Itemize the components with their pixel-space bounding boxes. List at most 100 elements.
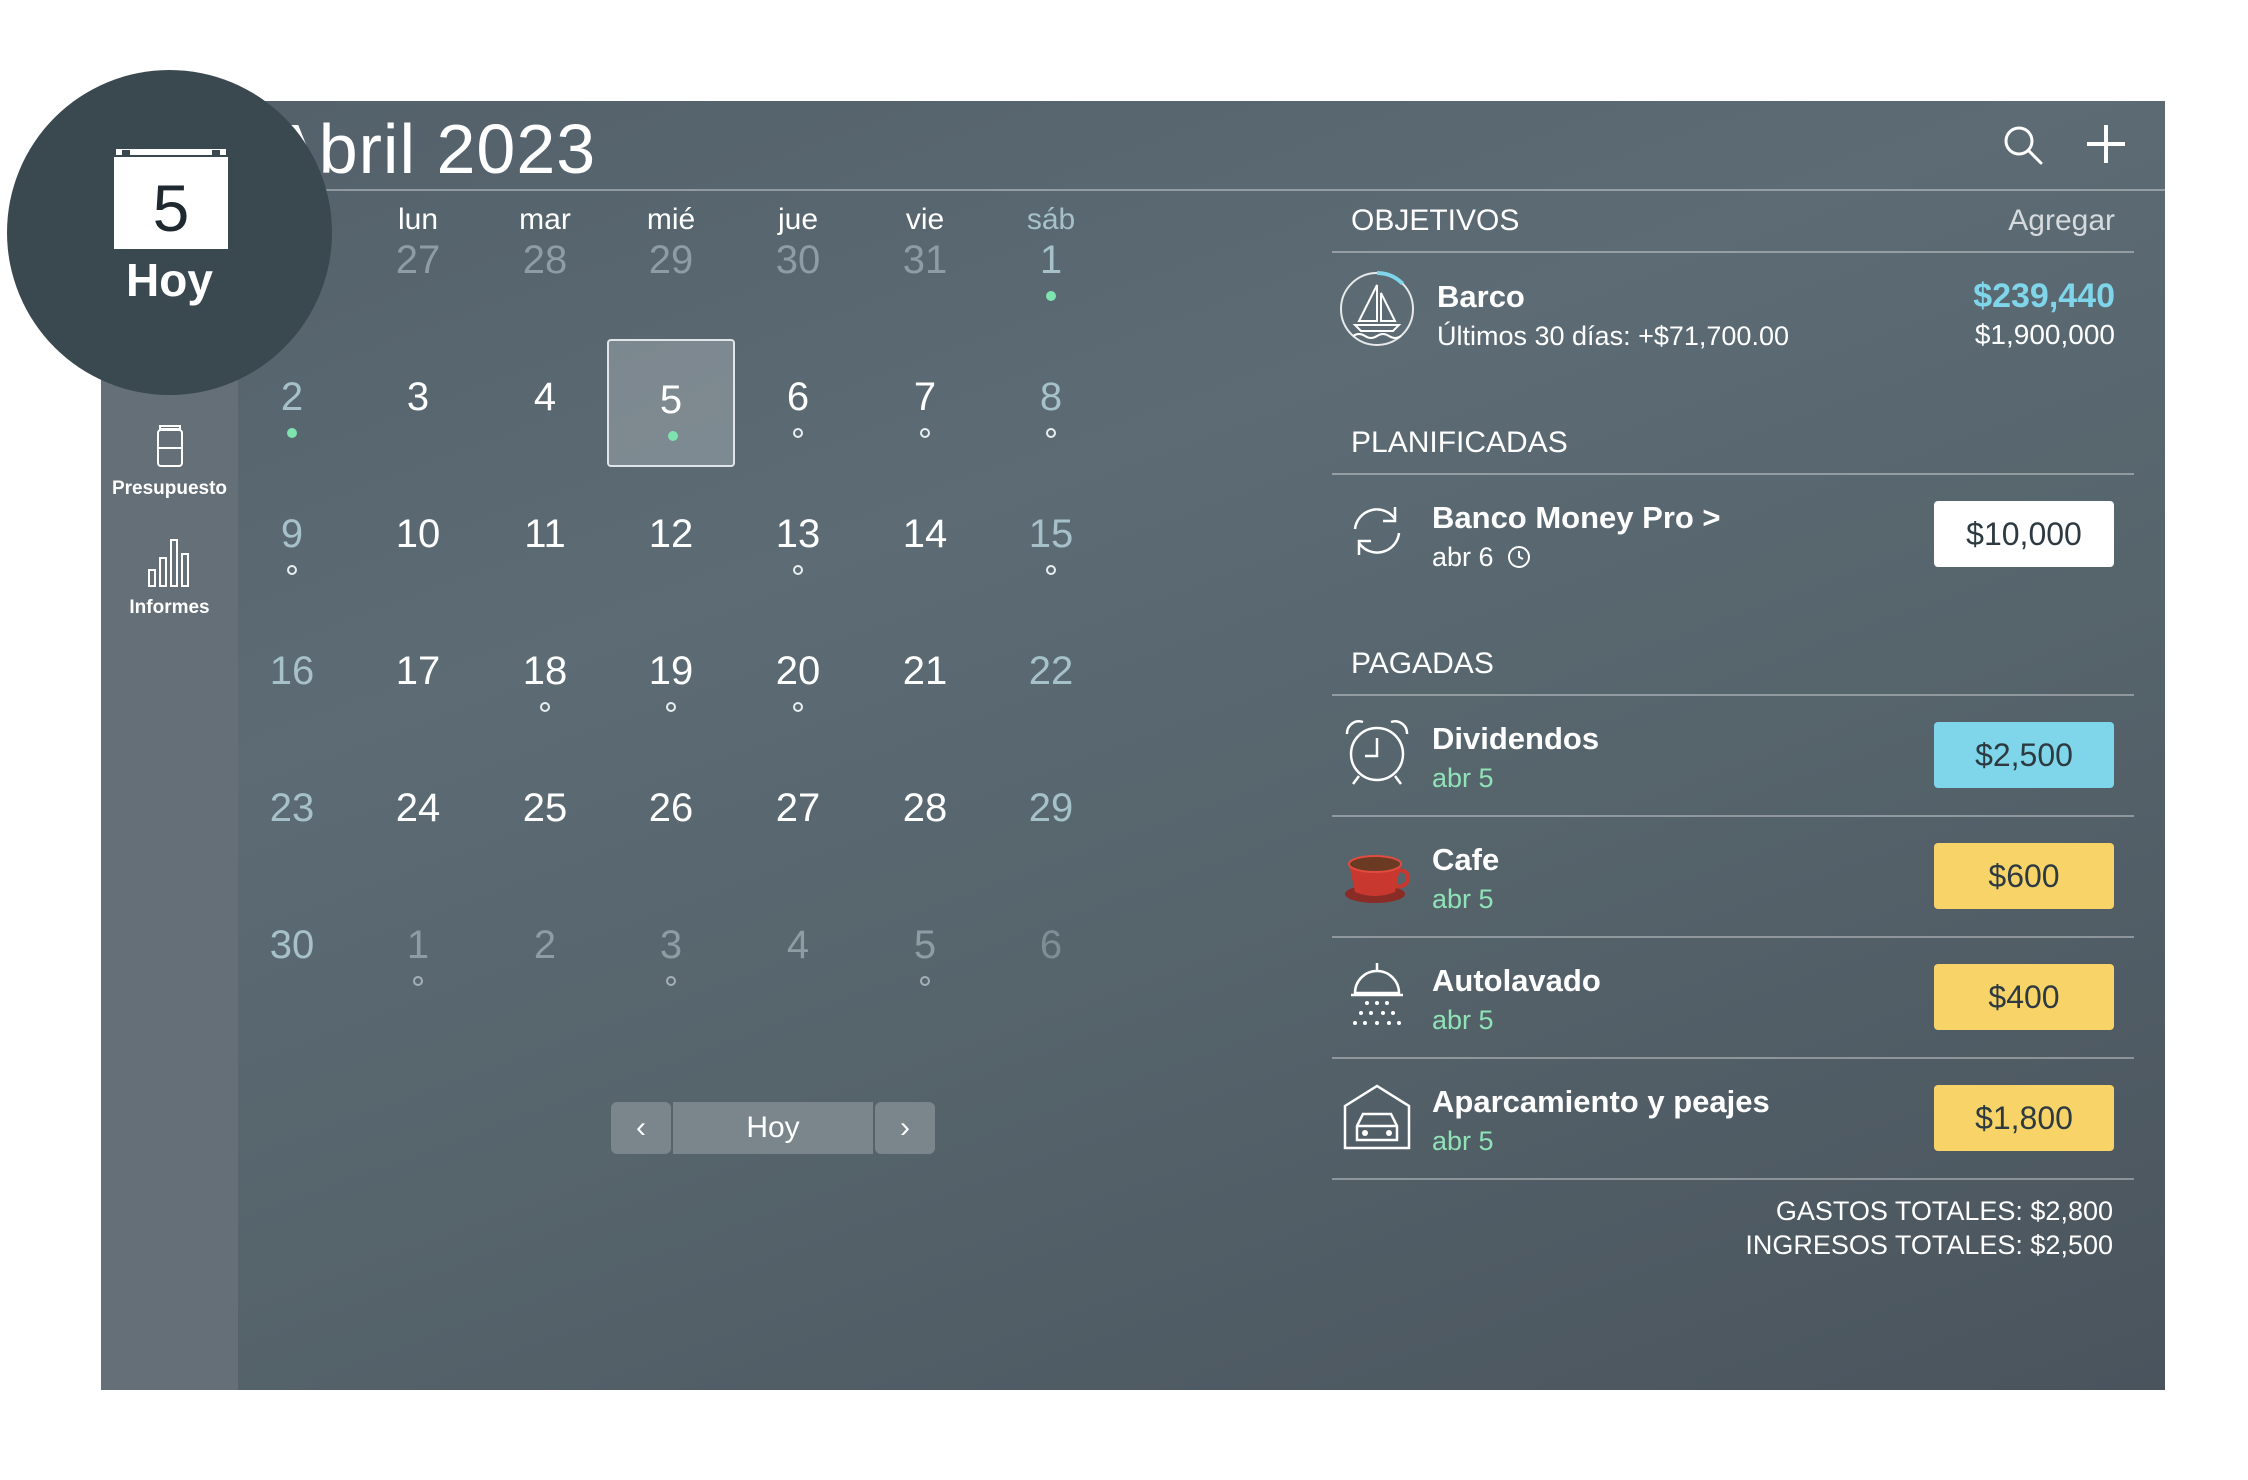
divider <box>1332 473 2134 475</box>
calendar-day[interactable]: 4 <box>495 356 595 446</box>
today-badge[interactable]: 5 Hoy <box>7 70 332 395</box>
sailboat-icon[interactable] <box>1337 269 1417 349</box>
calendar-day[interactable]: 25 <box>495 767 595 857</box>
today-button[interactable]: Hoy <box>673 1102 873 1154</box>
transaction-indicator-dot <box>793 565 803 575</box>
refresh-icon <box>1353 507 1401 555</box>
calendar-day[interactable]: 2 <box>495 904 595 994</box>
divider <box>1332 1178 2134 1180</box>
calendar-day[interactable]: 27 <box>748 767 848 857</box>
day-number: 11 <box>524 512 566 556</box>
planned-date: abr 6 <box>1432 542 1531 573</box>
calendar-day[interactable]: 6 <box>748 356 848 446</box>
add-icon[interactable] <box>2081 119 2131 169</box>
transaction-indicator-dot <box>666 976 676 986</box>
sidebar-item-budget[interactable]: Presupuesto <box>101 423 238 500</box>
calendar-day[interactable]: 1 <box>368 904 468 994</box>
next-month-button[interactable]: › <box>875 1102 935 1154</box>
calendar-day[interactable]: 8 <box>1001 356 1101 446</box>
calendar-day[interactable]: 11 <box>495 493 595 583</box>
car-wash-icon <box>1351 963 1403 1025</box>
calendar-day[interactable]: 24 <box>368 767 468 857</box>
paid-item-date: abr 5 <box>1432 884 1494 914</box>
divider <box>1332 251 2134 253</box>
calendar-day[interactable]: 1 <box>1001 219 1101 309</box>
paid-section-title: PAGADAS <box>1351 647 1494 680</box>
calendar-day[interactable]: 15 <box>1001 493 1101 583</box>
divider <box>1332 936 2134 938</box>
day-number: 29 <box>1028 786 1074 830</box>
calendar-day[interactable]: 21 <box>875 630 975 720</box>
day-number: 7 <box>913 375 937 419</box>
paid-item-name[interactable]: Aparcamiento y peajes <box>1432 1084 1770 1120</box>
calendar-day[interactable]: 4 <box>748 904 848 994</box>
calendar-day[interactable]: 6 <box>1001 904 1101 994</box>
prev-month-button[interactable]: ‹ <box>611 1102 671 1154</box>
add-goal-link[interactable]: Agregar <box>2008 204 2115 238</box>
paid-item-name[interactable]: Cafe <box>1432 842 1499 878</box>
calendar-day[interactable]: 7 <box>875 356 975 446</box>
calendar-day[interactable]: 28 <box>875 767 975 857</box>
app-window: Presupuesto Informes Abril 2023 domlunma… <box>101 101 2165 1390</box>
calendar-day[interactable]: 26 <box>621 767 721 857</box>
calendar-day[interactable]: 13 <box>748 493 848 583</box>
planned-name[interactable]: Banco Money Pro > <box>1432 500 1721 536</box>
goal-target: $1,900,000 <box>1974 319 2115 350</box>
transaction-indicator-dot <box>1046 291 1056 301</box>
clock-icon <box>1508 546 1531 568</box>
header-divider <box>238 189 2165 191</box>
day-number: 5 <box>913 923 937 967</box>
calendar-day[interactable]: 27 <box>368 219 468 309</box>
calendar-day-today[interactable]: 5 <box>607 339 735 467</box>
paid-amount-button[interactable]: $400 <box>1934 964 2114 1030</box>
calendar-day[interactable]: 5 <box>875 904 975 994</box>
paid-amount-button[interactable]: $2,500 <box>1934 722 2114 788</box>
calendar-day[interactable]: 10 <box>368 493 468 583</box>
paid-item-date: abr 5 <box>1432 1126 1494 1156</box>
calendar-day[interactable]: 17 <box>368 630 468 720</box>
divider <box>1332 694 2134 696</box>
calendar-day[interactable]: 31 <box>875 219 975 309</box>
search-icon[interactable] <box>2001 123 2045 167</box>
day-number: 26 <box>648 786 694 830</box>
transaction-indicator-dot <box>287 428 297 438</box>
day-number: 29 <box>648 238 694 282</box>
calendar-day[interactable]: 14 <box>875 493 975 583</box>
calendar-day[interactable]: 29 <box>1001 767 1101 857</box>
transaction-indicator-dot <box>920 976 930 986</box>
calendar-day[interactable]: 19 <box>621 630 721 720</box>
day-number: 27 <box>395 238 441 282</box>
calendar-day[interactable]: 22 <box>1001 630 1101 720</box>
calendar-day[interactable]: 3 <box>368 356 468 446</box>
sidebar-item-label: Presupuesto <box>111 478 228 499</box>
sidebar-item-label: Informes <box>129 597 210 618</box>
day-number: 25 <box>522 786 568 830</box>
paid-amount-button[interactable]: $1,800 <box>1934 1085 2114 1151</box>
calendar-day[interactable]: 29 <box>621 219 721 309</box>
calendar-day[interactable]: 12 <box>621 493 721 583</box>
calendar-day[interactable]: 28 <box>495 219 595 309</box>
calendar-day[interactable]: 2 <box>242 356 342 446</box>
calendar-day[interactable]: 30 <box>748 219 848 309</box>
planned-amount-button[interactable]: $10,000 <box>1934 501 2114 567</box>
transaction-indicator-dot <box>287 565 297 575</box>
day-number: 6 <box>1039 923 1063 967</box>
transaction-indicator-dot <box>793 702 803 712</box>
calendar-day[interactable]: 20 <box>748 630 848 720</box>
paid-item-name[interactable]: Dividendos <box>1432 721 1599 757</box>
transaction-indicator-dot <box>920 428 930 438</box>
day-number: 28 <box>522 238 568 282</box>
paid-amount-button[interactable]: $600 <box>1934 843 2114 909</box>
paid-item-name[interactable]: Autolavado <box>1432 963 1601 999</box>
sidebar-item-reports[interactable]: Informes <box>101 536 238 619</box>
transaction-indicator-dot <box>668 431 678 441</box>
day-number: 4 <box>533 375 557 419</box>
calendar-day[interactable]: 3 <box>621 904 721 994</box>
calendar-day[interactable]: 18 <box>495 630 595 720</box>
goal-name[interactable]: Barco <box>1437 279 1525 315</box>
calendar-day[interactable]: 23 <box>242 767 342 857</box>
calendar-day[interactable]: 30 <box>242 904 342 994</box>
calendar-day[interactable]: 9 <box>242 493 342 583</box>
day-number: 6 <box>786 375 810 419</box>
calendar-day[interactable]: 16 <box>242 630 342 720</box>
